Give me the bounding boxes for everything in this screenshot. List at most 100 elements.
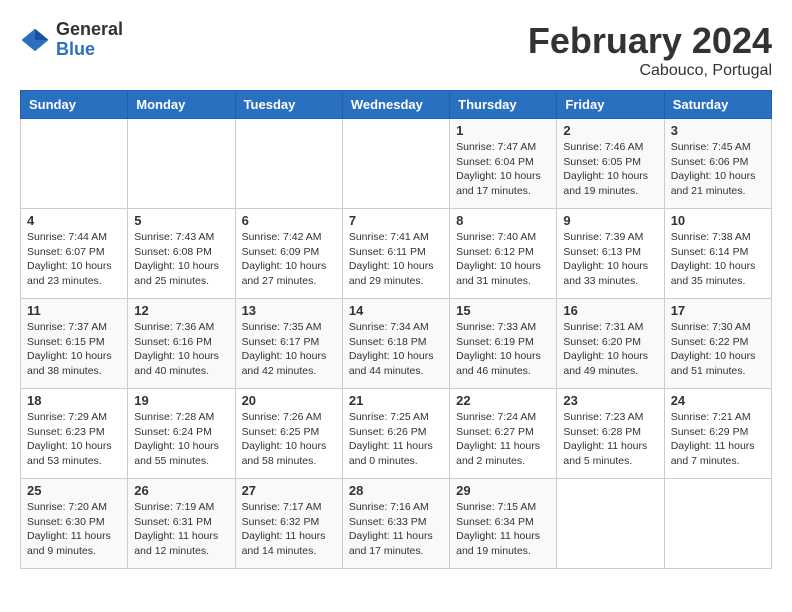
day-number: 26 [134, 483, 228, 498]
calendar-cell: 1 Sunrise: 7:47 AM Sunset: 6:04 PM Daylig… [450, 119, 557, 209]
day-info: Sunrise: 7:19 AM Sunset: 6:31 PM Dayligh… [134, 500, 228, 559]
day-info: Sunrise: 7:45 AM Sunset: 6:06 PM Dayligh… [671, 140, 765, 199]
day-header: Saturday [664, 91, 771, 119]
logo-text: General Blue [56, 20, 123, 60]
calendar-cell: 2Sunrise: 7:46 AM Sunset: 6:05 PM Daylig… [557, 119, 664, 209]
day-info: Sunrise: 7:15 AM Sunset: 6:34 PM Dayligh… [456, 500, 550, 559]
day-number: 16 [563, 303, 657, 318]
day-info: Sunrise: 7:47 AM Sunset: 6:04 PM Dayligh… [456, 140, 550, 199]
logo-blue-text: Blue [56, 40, 123, 60]
calendar-table: SundayMondayTuesdayWednesdayThursdayFrid… [20, 90, 772, 569]
calendar-cell: 26 Sunrise: 7:19 AM Sunset: 6:31 PM Dayli… [128, 479, 235, 569]
day-number: 25 [27, 483, 121, 498]
day-number: 15 [456, 303, 550, 318]
logo: General Blue [20, 20, 123, 60]
day-info: Sunrise: 7:28 AM Sunset: 6:24 PM Dayligh… [134, 410, 228, 469]
day-header: Wednesday [342, 91, 449, 119]
calendar-cell: 19 Sunrise: 7:28 AM Sunset: 6:24 PM Dayli… [128, 389, 235, 479]
location: Cabouco, Portugal [528, 62, 772, 80]
calendar-week-row: 25 Sunrise: 7:20 AM Sunset: 6:30 PM Dayli… [21, 479, 772, 569]
day-number: 13 [242, 303, 336, 318]
day-info: Sunrise: 7:16 AM Sunset: 6:33 PM Dayligh… [349, 500, 443, 559]
month-title: February 2024 [528, 20, 772, 62]
calendar-cell: 10 Sunrise: 7:38 AM Sunset: 6:14 PM Dayli… [664, 209, 771, 299]
day-info: Sunrise: 7:42 AM Sunset: 6:09 PM Dayligh… [242, 230, 336, 289]
day-number: 17 [671, 303, 765, 318]
day-info: Sunrise: 7:39 AM Sunset: 6:13 PM Dayligh… [563, 230, 657, 289]
day-info: Sunrise: 7:20 AM Sunset: 6:30 PM Dayligh… [27, 500, 121, 559]
title-area: February 2024 Cabouco, Portugal [528, 20, 772, 80]
day-number: 3 [671, 123, 765, 138]
day-number: 27 [242, 483, 336, 498]
calendar-cell: 25 Sunrise: 7:20 AM Sunset: 6:30 PM Dayli… [21, 479, 128, 569]
day-info: Sunrise: 7:35 AM Sunset: 6:17 PM Dayligh… [242, 320, 336, 379]
day-number: 2 [563, 123, 657, 138]
calendar-cell: 4 Sunrise: 7:44 AM Sunset: 6:07 PM Daylig… [21, 209, 128, 299]
calendar-cell: 3 Sunrise: 7:45 AM Sunset: 6:06 PM Daylig… [664, 119, 771, 209]
day-info: Sunrise: 7:26 AM Sunset: 6:25 PM Dayligh… [242, 410, 336, 469]
calendar-cell: 11 Sunrise: 7:37 AM Sunset: 6:15 PM Dayli… [21, 299, 128, 389]
calendar-cell: 8 Sunrise: 7:40 AM Sunset: 6:12 PM Daylig… [450, 209, 557, 299]
calendar-cell: 29 Sunrise: 7:15 AM Sunset: 6:34 PM Dayli… [450, 479, 557, 569]
day-number: 14 [349, 303, 443, 318]
day-header: Monday [128, 91, 235, 119]
day-info: Sunrise: 7:33 AM Sunset: 6:19 PM Dayligh… [456, 320, 550, 379]
day-info: Sunrise: 7:37 AM Sunset: 6:15 PM Dayligh… [27, 320, 121, 379]
day-number: 8 [456, 213, 550, 228]
calendar-cell: 22 Sunrise: 7:24 AM Sunset: 6:27 PM Dayli… [450, 389, 557, 479]
day-info: Sunrise: 7:41 AM Sunset: 6:11 PM Dayligh… [349, 230, 443, 289]
day-number: 12 [134, 303, 228, 318]
day-header: Sunday [21, 91, 128, 119]
calendar-cell [128, 119, 235, 209]
day-info: Sunrise: 7:23 AM Sunset: 6:28 PM Dayligh… [563, 410, 657, 469]
calendar-week-row: 1 Sunrise: 7:47 AM Sunset: 6:04 PM Daylig… [21, 119, 772, 209]
day-number: 21 [349, 393, 443, 408]
logo-general-text: General [56, 20, 123, 40]
calendar-cell [557, 479, 664, 569]
calendar-cell [21, 119, 128, 209]
day-info: Sunrise: 7:44 AM Sunset: 6:07 PM Dayligh… [27, 230, 121, 289]
day-number: 5 [134, 213, 228, 228]
day-number: 24 [671, 393, 765, 408]
header: General Blue February 2024 Cabouco, Port… [20, 20, 772, 80]
day-number: 28 [349, 483, 443, 498]
day-info: Sunrise: 7:25 AM Sunset: 6:26 PM Dayligh… [349, 410, 443, 469]
day-info: Sunrise: 7:24 AM Sunset: 6:27 PM Dayligh… [456, 410, 550, 469]
calendar-body: 1 Sunrise: 7:47 AM Sunset: 6:04 PM Daylig… [21, 119, 772, 569]
day-info: Sunrise: 7:17 AM Sunset: 6:32 PM Dayligh… [242, 500, 336, 559]
day-number: 4 [27, 213, 121, 228]
calendar-week-row: 18Sunrise: 7:29 AM Sunset: 6:23 PM Dayli… [21, 389, 772, 479]
day-number: 29 [456, 483, 550, 498]
day-number: 18 [27, 393, 121, 408]
calendar-week-row: 4 Sunrise: 7:44 AM Sunset: 6:07 PM Daylig… [21, 209, 772, 299]
calendar-cell: 15 Sunrise: 7:33 AM Sunset: 6:19 PM Dayli… [450, 299, 557, 389]
day-number: 22 [456, 393, 550, 408]
calendar-cell [342, 119, 449, 209]
day-info: Sunrise: 7:36 AM Sunset: 6:16 PM Dayligh… [134, 320, 228, 379]
calendar-cell: 24 Sunrise: 7:21 AM Sunset: 6:29 PM Dayli… [664, 389, 771, 479]
day-number: 11 [27, 303, 121, 318]
day-info: Sunrise: 7:40 AM Sunset: 6:12 PM Dayligh… [456, 230, 550, 289]
day-number: 20 [242, 393, 336, 408]
day-number: 6 [242, 213, 336, 228]
day-header: Thursday [450, 91, 557, 119]
calendar-week-row: 11 Sunrise: 7:37 AM Sunset: 6:15 PM Dayli… [21, 299, 772, 389]
day-number: 23 [563, 393, 657, 408]
calendar-cell: 21 Sunrise: 7:25 AM Sunset: 6:26 PM Dayli… [342, 389, 449, 479]
calendar-cell: 27 Sunrise: 7:17 AM Sunset: 6:32 PM Dayli… [235, 479, 342, 569]
calendar-cell: 18Sunrise: 7:29 AM Sunset: 6:23 PM Dayli… [21, 389, 128, 479]
calendar-cell [235, 119, 342, 209]
calendar-cell: 23 Sunrise: 7:23 AM Sunset: 6:28 PM Dayli… [557, 389, 664, 479]
day-info: Sunrise: 7:38 AM Sunset: 6:14 PM Dayligh… [671, 230, 765, 289]
calendar-cell: 7Sunrise: 7:41 AM Sunset: 6:11 PM Daylig… [342, 209, 449, 299]
day-number: 1 [456, 123, 550, 138]
calendar-cell: 13 Sunrise: 7:35 AM Sunset: 6:17 PM Dayli… [235, 299, 342, 389]
day-info: Sunrise: 7:30 AM Sunset: 6:22 PM Dayligh… [671, 320, 765, 379]
day-number: 19 [134, 393, 228, 408]
day-info: Sunrise: 7:21 AM Sunset: 6:29 PM Dayligh… [671, 410, 765, 469]
calendar-cell: 9Sunrise: 7:39 AM Sunset: 6:13 PM Daylig… [557, 209, 664, 299]
calendar-cell: 16Sunrise: 7:31 AM Sunset: 6:20 PM Dayli… [557, 299, 664, 389]
calendar-cell: 28 Sunrise: 7:16 AM Sunset: 6:33 PM Dayli… [342, 479, 449, 569]
day-header: Tuesday [235, 91, 342, 119]
day-number: 10 [671, 213, 765, 228]
